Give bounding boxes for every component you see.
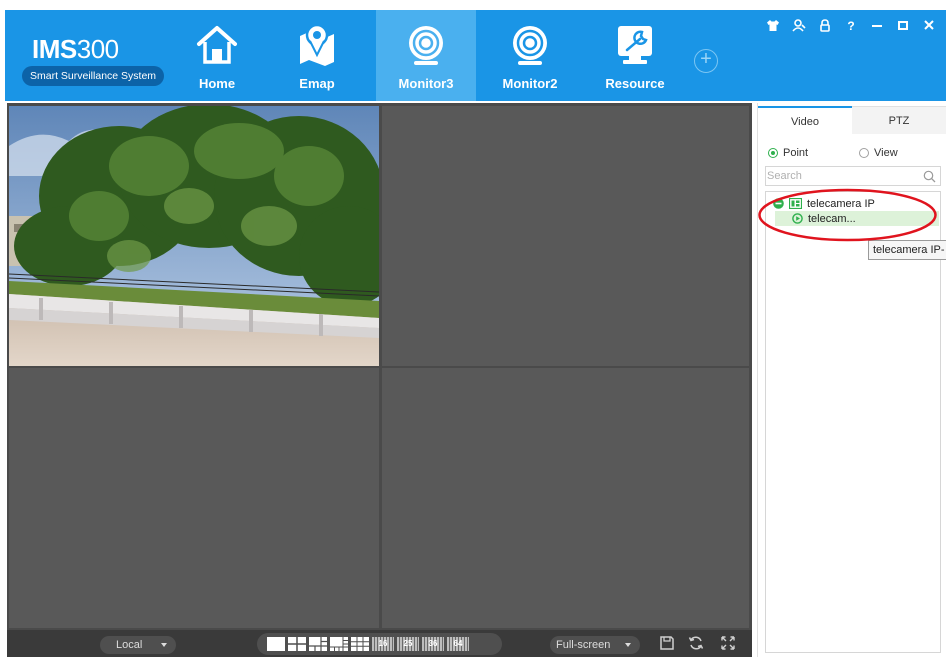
search-box	[765, 166, 941, 186]
add-tab-button[interactable]: +	[694, 49, 718, 73]
user-icon	[792, 19, 806, 32]
video-grid	[7, 103, 752, 630]
home-icon	[197, 26, 237, 64]
tab-resource-label: Resource	[605, 76, 665, 91]
radio-point[interactable]: Point	[768, 146, 808, 160]
layout-36-button[interactable]: 36	[422, 637, 444, 651]
user-button[interactable]	[786, 16, 812, 36]
radio-point-label: Point	[783, 147, 809, 159]
lock-button[interactable]	[812, 16, 838, 36]
save-icon[interactable]	[659, 635, 675, 651]
logo-subtitle: Smart Surveillance System	[22, 66, 165, 86]
minimize-icon	[872, 25, 882, 27]
layout-4-icon[interactable]	[288, 637, 306, 651]
radio-view-label: View	[874, 147, 898, 159]
radio-unchecked-icon	[859, 148, 869, 158]
logo-title: IMS300	[32, 34, 119, 64]
minimize-button[interactable]	[864, 16, 890, 36]
layout-6-icon[interactable]	[309, 637, 327, 651]
tab-monitor3-label: Monitor3	[398, 76, 454, 91]
video-toolbar: Local 16 25 36 64 Full-screen	[7, 630, 752, 657]
stream-select[interactable]: Local	[100, 636, 176, 654]
lock-icon	[820, 19, 830, 32]
tab-home[interactable]: Home	[167, 10, 267, 101]
camera-lens-icon	[513, 26, 547, 65]
tab-resource[interactable]: Resource	[585, 10, 685, 101]
layout-16-button[interactable]: 16	[372, 637, 394, 651]
panel-tabs: Video PTZ	[758, 106, 946, 134]
video-pane-4[interactable]	[382, 368, 749, 628]
window-controls: ?	[760, 16, 942, 36]
help-button[interactable]: ?	[838, 16, 864, 36]
tab-ptz[interactable]: PTZ	[852, 106, 946, 134]
tab-emap[interactable]: Emap	[267, 10, 367, 101]
refresh-icon[interactable]	[688, 635, 704, 651]
tab-monitor3[interactable]: Monitor3	[376, 10, 476, 101]
fullscreen-select[interactable]: Full-screen	[550, 636, 640, 654]
search-icon[interactable]	[923, 170, 936, 183]
map-pin-icon	[300, 23, 334, 66]
close-button[interactable]	[916, 16, 942, 36]
tab-monitor2-label: Monitor2	[502, 76, 558, 91]
wrench-icon	[618, 26, 652, 64]
tab-monitor2[interactable]: Monitor2	[480, 10, 580, 101]
chevron-down-icon	[161, 643, 167, 647]
fullscreen-select-value: Full-screen	[556, 639, 611, 651]
radio-view[interactable]: View	[859, 146, 898, 160]
expand-icon[interactable]	[720, 635, 736, 651]
chevron-down-icon	[625, 643, 631, 647]
stream-select-value: Local	[116, 639, 143, 651]
layout-64-button[interactable]: 64	[447, 637, 469, 651]
tab-emap-label: Emap	[299, 76, 335, 91]
close-icon	[924, 20, 934, 30]
tab-video[interactable]: Video	[758, 106, 852, 134]
annotation-ellipse	[758, 188, 937, 242]
skin-button[interactable]	[760, 16, 786, 36]
video-pane-3[interactable]	[9, 368, 379, 628]
tab-home-label: Home	[198, 76, 236, 91]
device-tree: telecamera IP telecam...	[765, 191, 941, 653]
search-input[interactable]	[767, 168, 917, 184]
top-header: IMS300 Smart Surveillance System Home Em…	[5, 10, 946, 101]
radio-checked-icon	[768, 148, 778, 158]
layout-selector: 16 25 36 64	[257, 633, 502, 655]
layout-1-icon[interactable]	[267, 637, 285, 651]
camera-feed-image	[9, 106, 379, 366]
tshirt-icon	[767, 20, 779, 31]
layout-25-button[interactable]: 25	[397, 637, 419, 651]
app-window: IMS300 Smart Surveillance System Home Em…	[0, 0, 946, 657]
tooltip: telecamera IP-	[868, 240, 946, 260]
video-pane-2[interactable]	[382, 106, 749, 366]
app-logo: IMS300 Smart Surveillance System	[22, 30, 165, 90]
camera-lens-icon	[409, 26, 443, 65]
maximize-button[interactable]	[890, 16, 916, 36]
layout-9-icon[interactable]	[351, 637, 369, 651]
video-pane-1[interactable]	[9, 106, 379, 366]
layout-8-icon[interactable]	[330, 637, 348, 651]
maximize-icon	[898, 21, 908, 30]
